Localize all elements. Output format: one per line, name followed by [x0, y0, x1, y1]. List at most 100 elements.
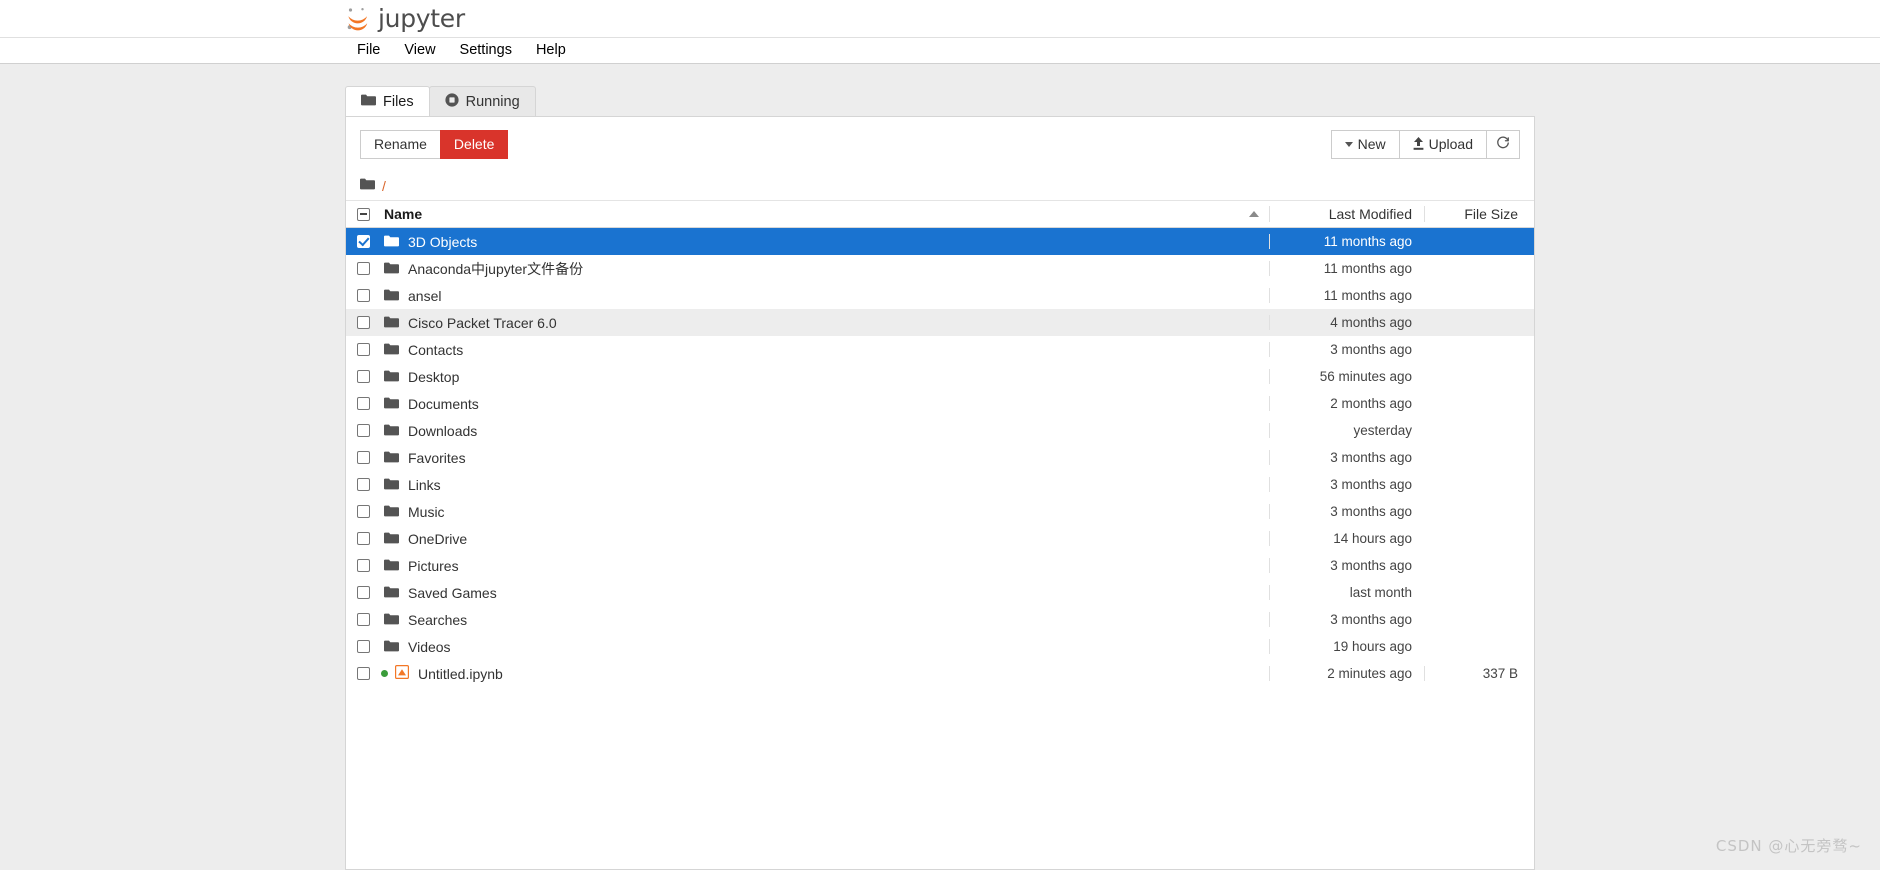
row-checkbox-cell[interactable] [357, 424, 379, 437]
table-row[interactable]: Desktop 56 minutes ago [346, 363, 1534, 390]
row-checkbox[interactable] [357, 613, 370, 626]
row-name-label[interactable]: Downloads [408, 423, 477, 439]
row-name-cell[interactable]: 3D Objects [379, 234, 1209, 250]
table-row[interactable]: Downloads yesterday [346, 417, 1534, 444]
row-name-cell[interactable]: Contacts [379, 342, 1209, 358]
row-name-label[interactable]: Saved Games [408, 585, 497, 601]
delete-button[interactable]: Delete [439, 129, 509, 159]
table-row[interactable]: 3D Objects 11 months ago [346, 228, 1534, 255]
breadcrumb-path[interactable]: / [382, 178, 386, 194]
row-name-cell[interactable]: Anaconda中jupyter文件备份 [379, 259, 1209, 279]
row-checkbox-cell[interactable] [357, 397, 379, 410]
column-header-file-size[interactable]: File Size [1424, 206, 1522, 222]
row-checkbox[interactable] [357, 424, 370, 437]
row-checkbox[interactable] [357, 316, 370, 329]
breadcrumb[interactable]: / [346, 171, 1534, 201]
row-name-label[interactable]: OneDrive [408, 531, 467, 547]
row-name-cell[interactable]: Downloads [379, 423, 1209, 439]
table-row[interactable]: Untitled.ipynb 2 minutes ago 337 B [346, 660, 1534, 687]
new-button[interactable]: New [1330, 129, 1400, 159]
rename-button[interactable]: Rename [360, 129, 441, 159]
row-checkbox[interactable] [357, 343, 370, 356]
row-name-cell[interactable]: Videos [379, 639, 1209, 655]
table-row[interactable]: Contacts 3 months ago [346, 336, 1534, 363]
table-row[interactable]: ansel 11 months ago [346, 282, 1534, 309]
row-checkbox[interactable] [357, 289, 370, 302]
select-all-checkbox-cell[interactable] [357, 207, 379, 221]
row-checkbox[interactable] [357, 397, 370, 410]
sort-ascending-icon[interactable] [1249, 211, 1259, 217]
jupyter-logo[interactable]: jupyter [345, 6, 465, 32]
row-name-cell[interactable]: Untitled.ipynb [379, 665, 1209, 682]
row-name-cell[interactable]: Saved Games [379, 585, 1209, 601]
row-name-cell[interactable]: OneDrive [379, 531, 1209, 547]
table-row[interactable]: Anaconda中jupyter文件备份 11 months ago [346, 255, 1534, 282]
row-name-label[interactable]: Links [408, 477, 441, 493]
tab-files[interactable]: Files [345, 86, 430, 116]
row-checkbox[interactable] [357, 451, 370, 464]
column-header-name[interactable]: Name [379, 206, 1209, 222]
menu-item-file[interactable]: File [345, 40, 392, 61]
row-checkbox[interactable] [357, 370, 370, 383]
table-row[interactable]: Cisco Packet Tracer 6.0 4 months ago [346, 309, 1534, 336]
row-checkbox-cell[interactable] [357, 586, 379, 599]
row-name-cell[interactable]: ansel [379, 288, 1209, 304]
row-name-label[interactable]: 3D Objects [408, 234, 477, 250]
row-name-label[interactable]: Cisco Packet Tracer 6.0 [408, 315, 557, 331]
row-checkbox-cell[interactable] [357, 640, 379, 653]
row-checkbox[interactable] [357, 640, 370, 653]
table-row[interactable]: Pictures 3 months ago [346, 552, 1534, 579]
row-name-cell[interactable]: Desktop [379, 369, 1209, 385]
row-checkbox[interactable] [357, 667, 370, 680]
table-row[interactable]: Documents 2 months ago [346, 390, 1534, 417]
row-name-cell[interactable]: Cisco Packet Tracer 6.0 [379, 315, 1209, 331]
row-checkbox[interactable] [357, 532, 370, 545]
upload-button[interactable]: Upload [1398, 129, 1487, 159]
refresh-button[interactable] [1486, 129, 1520, 159]
row-checkbox[interactable] [357, 559, 370, 572]
row-checkbox-cell[interactable] [357, 478, 379, 491]
row-checkbox-cell[interactable] [357, 451, 379, 464]
row-checkbox-cell[interactable] [357, 370, 379, 383]
row-checkbox[interactable] [357, 505, 370, 518]
column-header-last-modified[interactable]: Last Modified [1269, 206, 1424, 222]
table-row[interactable]: Links 3 months ago [346, 471, 1534, 498]
table-row[interactable]: Favorites 3 months ago [346, 444, 1534, 471]
row-name-label[interactable]: Anaconda中jupyter文件备份 [408, 259, 583, 279]
row-checkbox-cell[interactable] [357, 559, 379, 572]
row-checkbox-cell[interactable] [357, 613, 379, 626]
row-name-cell[interactable]: Pictures [379, 558, 1209, 574]
row-name-label[interactable]: Videos [408, 639, 451, 655]
row-checkbox-cell[interactable] [357, 262, 379, 275]
table-row[interactable]: Saved Games last month [346, 579, 1534, 606]
row-name-label[interactable]: ansel [408, 288, 441, 304]
menu-item-settings[interactable]: Settings [448, 40, 524, 61]
row-checkbox[interactable] [357, 262, 370, 275]
row-name-label[interactable]: Favorites [408, 450, 466, 466]
menu-item-view[interactable]: View [392, 40, 447, 61]
row-checkbox-cell[interactable] [357, 532, 379, 545]
table-row[interactable]: Music 3 months ago [346, 498, 1534, 525]
tab-running[interactable]: Running [428, 86, 536, 116]
row-checkbox-cell[interactable] [357, 289, 379, 302]
row-name-label[interactable]: Contacts [408, 342, 463, 358]
row-checkbox-cell[interactable] [357, 667, 379, 680]
row-name-label[interactable]: Documents [408, 396, 479, 412]
row-name-cell[interactable]: Documents [379, 396, 1209, 412]
menu-item-help[interactable]: Help [524, 40, 578, 61]
row-name-label[interactable]: Pictures [408, 558, 459, 574]
table-row[interactable]: Videos 19 hours ago [346, 633, 1534, 660]
row-checkbox[interactable] [357, 235, 370, 248]
row-name-cell[interactable]: Music [379, 504, 1209, 520]
select-all-checkbox[interactable] [357, 207, 370, 221]
row-checkbox-cell[interactable] [357, 505, 379, 518]
row-name-cell[interactable]: Favorites [379, 450, 1209, 466]
table-row[interactable]: Searches 3 months ago [346, 606, 1534, 633]
sort-indicator-cell[interactable] [1209, 211, 1269, 217]
row-checkbox-cell[interactable] [357, 343, 379, 356]
row-checkbox-cell[interactable] [357, 316, 379, 329]
row-checkbox[interactable] [357, 586, 370, 599]
row-checkbox-cell[interactable] [357, 235, 379, 248]
row-name-label[interactable]: Desktop [408, 369, 459, 385]
row-name-cell[interactable]: Links [379, 477, 1209, 493]
